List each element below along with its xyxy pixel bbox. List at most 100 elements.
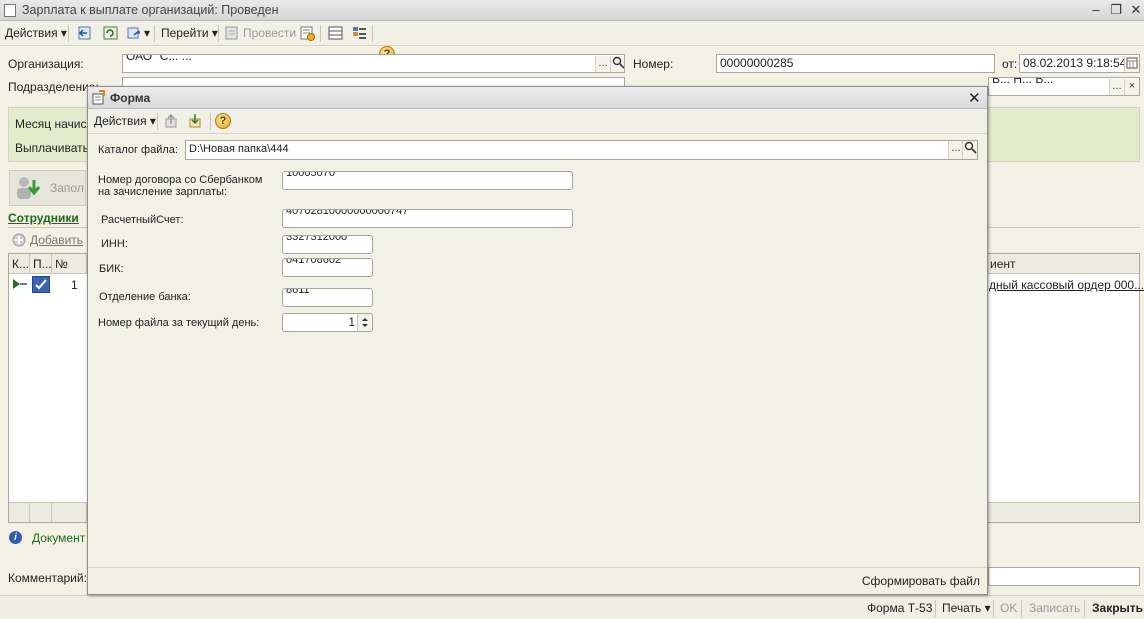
catalog-search-icon[interactable] bbox=[962, 141, 977, 159]
exchange-dropdown[interactable]: ▾ bbox=[144, 25, 150, 42]
date-value: 08.02.2013 9:18:54 bbox=[1023, 56, 1127, 70]
info-icon: i bbox=[9, 531, 22, 544]
organization-label: Организация: bbox=[8, 57, 84, 71]
bik-value: 041708602 bbox=[286, 258, 342, 266]
post-button[interactable]: Провести bbox=[243, 25, 296, 42]
comment-label: Комментарий: bbox=[8, 571, 87, 585]
contract-label: Номер договора со Сбербанком на зачислен… bbox=[98, 174, 262, 198]
column-header-p[interactable]: П... bbox=[30, 254, 52, 274]
contract-label-line-1: Номер договора со Сбербанком bbox=[98, 174, 263, 186]
account-label: РасчетныйСчет: bbox=[101, 214, 184, 226]
catalog-label: Каталог файла: bbox=[98, 144, 178, 156]
catalog-field[interactable]: D:\Новая папка\444 ... bbox=[185, 140, 978, 160]
dialog-actions-menu[interactable]: Действия ▾ bbox=[94, 113, 156, 130]
refresh-icon[interactable] bbox=[102, 25, 119, 41]
structure-icon[interactable] bbox=[327, 25, 344, 41]
toolbar-separator bbox=[210, 113, 211, 130]
window-title: Зарплата к выплате организаций: Проведен bbox=[22, 3, 279, 17]
date-label: от: bbox=[1002, 57, 1018, 71]
contract-number-field[interactable]: 10005070 bbox=[282, 171, 573, 190]
organization-value: ОАО "С... ..." bbox=[126, 54, 197, 63]
file-number-stepper[interactable]: 1 bbox=[282, 313, 373, 332]
dialog-close-button[interactable]: ✕ bbox=[968, 89, 981, 107]
comment-field[interactable] bbox=[988, 567, 1140, 586]
row-number: 1 bbox=[71, 278, 78, 292]
inn-label: ИНН: bbox=[101, 238, 128, 250]
footer-divider bbox=[29, 503, 30, 522]
column-header-k[interactable]: К... bbox=[9, 254, 30, 274]
number-label: Номер: bbox=[633, 57, 674, 71]
contract-number-value: 10005070 bbox=[286, 171, 335, 179]
goto-menu[interactable]: Перейти ▾ bbox=[161, 25, 218, 42]
toolbar-separator bbox=[218, 25, 219, 42]
branch-value: 8611 bbox=[286, 288, 310, 296]
calendar-icon[interactable] bbox=[1124, 56, 1139, 72]
dialog-footer: Сформировать файл bbox=[88, 567, 987, 594]
statusbar-separator bbox=[1021, 600, 1022, 617]
account-field[interactable]: 40702810000000000747 bbox=[282, 209, 573, 228]
toolbar-separator bbox=[157, 113, 158, 130]
dialog-actions-label: Действия bbox=[94, 114, 147, 128]
movements-icon[interactable] bbox=[299, 25, 316, 41]
toolbar-separator bbox=[372, 25, 373, 42]
dialog-title: Форма bbox=[110, 91, 151, 105]
fill-users-icon bbox=[14, 174, 44, 205]
branch-label: Отделение банка: bbox=[99, 291, 191, 303]
responsible-select-button[interactable]: ... bbox=[1109, 79, 1124, 95]
generate-file-button[interactable]: Сформировать файл bbox=[862, 574, 980, 588]
pay-label: Выплачивать: bbox=[15, 141, 93, 155]
organization-select-button[interactable]: ... bbox=[595, 56, 610, 72]
print-menu-label: Печать bbox=[942, 601, 982, 615]
catalog-browse-button[interactable]: ... bbox=[948, 141, 963, 159]
post-icon[interactable] bbox=[224, 25, 241, 41]
form-t53-button[interactable]: Форма Т-53 bbox=[867, 601, 932, 615]
fill-button[interactable]: Запол bbox=[9, 170, 86, 206]
statusbar-separator bbox=[1084, 600, 1085, 617]
restore-button[interactable]: ❐ bbox=[1108, 2, 1124, 18]
add-icon bbox=[12, 233, 26, 247]
row-document-link[interactable]: дный кассовый ордер 000... bbox=[989, 278, 1144, 292]
upload-icon[interactable] bbox=[163, 113, 180, 129]
download-icon[interactable] bbox=[187, 113, 204, 129]
toolbar-separator bbox=[320, 25, 321, 42]
minimize-button[interactable]: – bbox=[1088, 2, 1104, 18]
clear-icon[interactable]: × bbox=[1124, 79, 1139, 95]
toolbar-separator bbox=[68, 25, 69, 42]
dialog-help-icon[interactable]: ? bbox=[215, 113, 231, 129]
month-label: Месяц начисл bbox=[15, 117, 94, 131]
save-button[interactable]: Записать bbox=[1029, 601, 1080, 615]
ok-button[interactable]: OK bbox=[1000, 601, 1017, 615]
close-button[interactable]: Закрыть bbox=[1092, 601, 1143, 615]
document-icon bbox=[4, 4, 16, 17]
row-checkbox[interactable] bbox=[32, 276, 50, 293]
back-icon[interactable] bbox=[76, 25, 93, 41]
bik-field[interactable]: 041708602 bbox=[282, 258, 373, 277]
close-window-button[interactable]: ✕ bbox=[1128, 2, 1144, 18]
exchange-icon[interactable] bbox=[126, 25, 143, 41]
row-pointer-icon bbox=[11, 278, 29, 293]
subordinate-docs-icon[interactable] bbox=[351, 25, 368, 41]
document-info-link[interactable]: Документ bbox=[32, 531, 85, 545]
dialog-toolbar: Действия ▾ ? bbox=[88, 109, 987, 134]
search-icon[interactable] bbox=[610, 56, 624, 72]
department-label: Подразделение: bbox=[8, 80, 99, 94]
print-menu[interactable]: Печать ▾ bbox=[942, 601, 991, 615]
column-header-document[interactable]: иент bbox=[987, 254, 1139, 274]
window-titlebar: Зарплата к выплате организаций: Проведен… bbox=[0, 0, 1144, 21]
date-field[interactable]: 08.02.2013 9:18:54 bbox=[1019, 54, 1140, 73]
bik-label: БИК: bbox=[99, 263, 124, 275]
number-field[interactable]: 00000000285 bbox=[716, 54, 995, 73]
main-toolbar: Действия ▾ ▾ Перейти ▾ Провести ? bbox=[0, 21, 1144, 62]
stepper-buttons[interactable] bbox=[357, 314, 371, 331]
contract-label-line-2: на зачисление зарплаты: bbox=[98, 186, 228, 198]
inn-value: 3327312000 bbox=[286, 235, 348, 243]
responsible-field[interactable]: В... Н... В... ... × bbox=[988, 77, 1140, 96]
actions-menu[interactable]: Действия ▾ bbox=[5, 25, 67, 42]
organization-field[interactable]: ОАО "С... ..." ... bbox=[122, 54, 625, 73]
toolbar-separator bbox=[154, 25, 155, 42]
column-header-number[interactable]: № bbox=[52, 254, 87, 274]
file-number-label: Номер файла за текущий день: bbox=[98, 317, 260, 329]
tab-employees[interactable]: Сотрудники bbox=[8, 211, 79, 225]
inn-field[interactable]: 3327312000 bbox=[282, 235, 373, 254]
branch-field[interactable]: 8611 bbox=[282, 288, 373, 307]
